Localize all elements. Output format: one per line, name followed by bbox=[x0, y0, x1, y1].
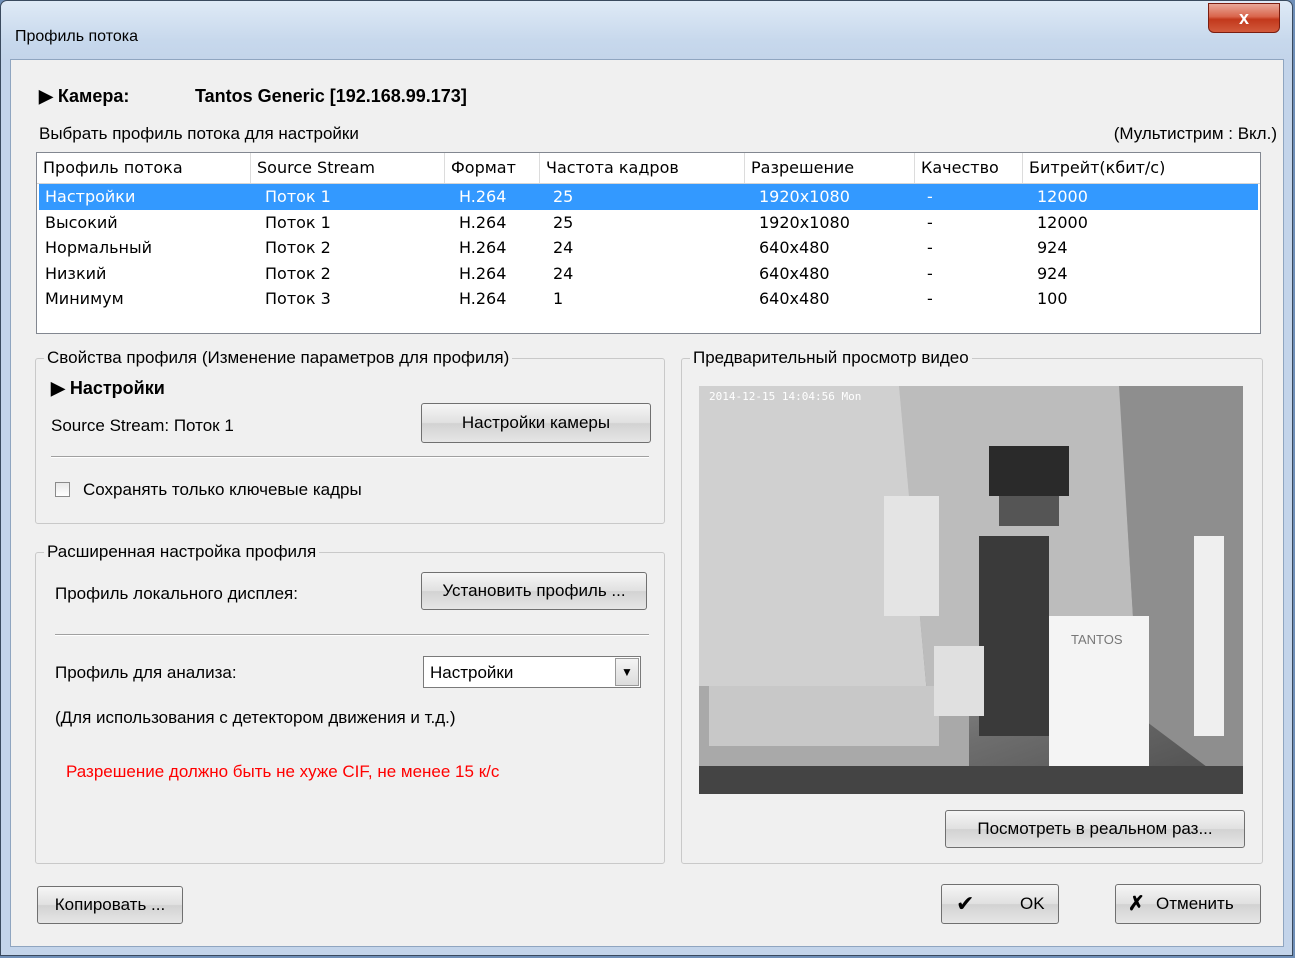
stream-profile-table[interactable]: Профиль потока Source Stream Формат Част… bbox=[36, 152, 1261, 334]
camera-scene-image bbox=[699, 386, 1243, 794]
multistream-status: (Мультистрим : Вкл.) bbox=[1113, 124, 1277, 143]
ok-button-label: OK bbox=[1020, 894, 1045, 913]
cell-bitrate: 12000 bbox=[1037, 187, 1088, 206]
table-header: Профиль потока Source Stream Формат Част… bbox=[37, 153, 1260, 184]
analysis-profile-value: Настройки bbox=[430, 663, 514, 682]
cell-bitrate: 924 bbox=[1037, 263, 1068, 283]
cell-profile: Минимум bbox=[45, 289, 124, 308]
title-bar[interactable]: Профиль потока x bbox=[1, 1, 1292, 59]
checkmark-icon: ✔ bbox=[956, 891, 975, 916]
divider bbox=[55, 634, 649, 636]
analysis-note: (Для использования с детектором движения… bbox=[55, 708, 456, 727]
cell-quality: - bbox=[927, 187, 933, 206]
cell-format: H.264 bbox=[459, 263, 507, 283]
local-display-label: Профиль локального дисплея: bbox=[55, 584, 298, 603]
cell-format: H.264 bbox=[459, 289, 507, 308]
cell-profile: Низкий bbox=[45, 263, 107, 283]
dialog-client-area: ▶ Камера: Tantos Generic [192.168.99.173… bbox=[10, 59, 1284, 947]
keyframes-checkbox[interactable] bbox=[55, 482, 70, 497]
cell-framerate: 25 bbox=[553, 212, 574, 232]
table-row[interactable]: Минимум Поток 3 H.264 1 640x480 - 100 bbox=[39, 286, 1258, 312]
table-row[interactable]: Нормальный Поток 2 H.264 24 640x480 - 924 bbox=[39, 235, 1258, 261]
resolution-warning: Разрешение должно быть не хуже CIF, не м… bbox=[66, 762, 500, 781]
cell-source-stream: Поток 1 bbox=[265, 187, 331, 206]
cell-source-stream: Поток 2 bbox=[265, 238, 331, 257]
cell-bitrate: 12000 bbox=[1037, 212, 1088, 232]
close-button[interactable]: x bbox=[1208, 3, 1280, 33]
cell-resolution: 640x480 bbox=[759, 263, 830, 283]
column-header-resolution[interactable]: Разрешение bbox=[745, 153, 915, 183]
column-header-format[interactable]: Формат bbox=[445, 153, 540, 183]
profile-properties-legend: Свойства профиля (Изменение параметров д… bbox=[47, 348, 510, 367]
profile-name: ▶ Настройки bbox=[51, 378, 165, 398]
camera-label: ▶ Камера: bbox=[39, 86, 130, 106]
advanced-settings-legend: Расширенная настройка профиля bbox=[47, 542, 317, 561]
column-header-source-stream[interactable]: Source Stream bbox=[251, 153, 445, 183]
cell-profile: Настройки bbox=[45, 187, 136, 206]
divider bbox=[51, 456, 649, 458]
camera-name: Tantos Generic [192.168.99.173] bbox=[195, 86, 467, 106]
cell-resolution: 640x480 bbox=[759, 289, 830, 308]
column-header-framerate[interactable]: Частота кадров bbox=[540, 153, 745, 183]
table-row[interactable]: Низкий Поток 2 H.264 24 640x480 - 924 bbox=[39, 261, 1258, 287]
keyframes-checkbox-label[interactable]: Сохранять только ключевые кадры bbox=[83, 480, 362, 500]
column-header-bitrate[interactable]: Битрейт(кбит/с) bbox=[1023, 153, 1260, 183]
cell-resolution: 1920x1080 bbox=[759, 212, 850, 232]
window-title: Профиль потока bbox=[15, 28, 139, 45]
table-row[interactable]: Высокий Поток 1 H.264 25 1920x1080 - 12000 bbox=[39, 210, 1258, 236]
cell-source-stream: Поток 1 bbox=[265, 212, 331, 232]
cell-framerate: 1 bbox=[553, 289, 564, 308]
cell-quality: - bbox=[927, 238, 933, 257]
video-timestamp: 2014-12-15 14:04:56 Mon bbox=[709, 390, 862, 403]
cell-profile: Нормальный bbox=[45, 238, 152, 257]
cell-framerate: 24 bbox=[553, 238, 574, 257]
stream-profile-dialog: Профиль потока x ▶ Камера: Tantos Generi… bbox=[0, 0, 1293, 956]
cell-quality: - bbox=[927, 212, 933, 232]
source-stream-label: Source Stream: Поток 1 bbox=[51, 416, 234, 435]
cell-profile: Высокий bbox=[45, 212, 118, 232]
cell-quality: - bbox=[927, 263, 933, 283]
copy-button[interactable]: Копировать ... bbox=[37, 886, 183, 924]
select-profile-label: Выбрать профиль потока для настройки bbox=[39, 124, 359, 143]
cell-format: H.264 bbox=[459, 212, 507, 232]
chevron-down-icon[interactable]: ▼ bbox=[615, 658, 639, 686]
cell-quality: - bbox=[927, 289, 933, 308]
column-header-quality[interactable]: Качество bbox=[915, 153, 1023, 183]
analysis-profile-select[interactable]: Настройки ▼ bbox=[423, 656, 641, 688]
cell-resolution: 640x480 bbox=[759, 238, 830, 257]
tantos-logo: TANTOS bbox=[1071, 632, 1123, 647]
analysis-profile-label: Профиль для анализа: bbox=[55, 663, 237, 682]
cross-icon: ✗ bbox=[1128, 893, 1145, 915]
cell-framerate: 25 bbox=[553, 187, 574, 206]
table-body: Настройки Поток 1 H.264 25 1920x1080-12000 Вы… bbox=[39, 184, 1258, 312]
cell-source-stream: Поток 3 bbox=[265, 289, 331, 308]
view-realsize-button[interactable]: Посмотреть в реальном раз... bbox=[945, 810, 1245, 848]
table-row[interactable]: Настройки Поток 1 H.264 25 1920x1080 - 12000 bbox=[39, 184, 1258, 210]
cell-bitrate: 100 bbox=[1037, 289, 1068, 308]
cell-format: H.264 bbox=[459, 187, 507, 206]
cell-resolution: 1920x1080 bbox=[759, 187, 850, 206]
video-preview-image: 2014-12-15 14:04:56 Mon TANTOS bbox=[699, 386, 1243, 794]
cancel-button[interactable]: ✗ Отменить bbox=[1115, 884, 1261, 924]
ok-button[interactable]: ✔ OK bbox=[941, 884, 1059, 924]
cell-framerate: 24 bbox=[553, 263, 574, 283]
cell-format: H.264 bbox=[459, 238, 507, 257]
cancel-button-label: Отменить bbox=[1156, 894, 1234, 913]
set-profile-button[interactable]: Установить профиль ... bbox=[421, 572, 647, 610]
cell-source-stream: Поток 2 bbox=[265, 263, 331, 283]
video-preview-legend: Предварительный просмотр видео bbox=[693, 348, 969, 367]
column-header-profile[interactable]: Профиль потока bbox=[37, 153, 251, 183]
camera-settings-button[interactable]: Настройки камеры bbox=[421, 403, 651, 443]
cell-bitrate: 924 bbox=[1037, 238, 1068, 257]
